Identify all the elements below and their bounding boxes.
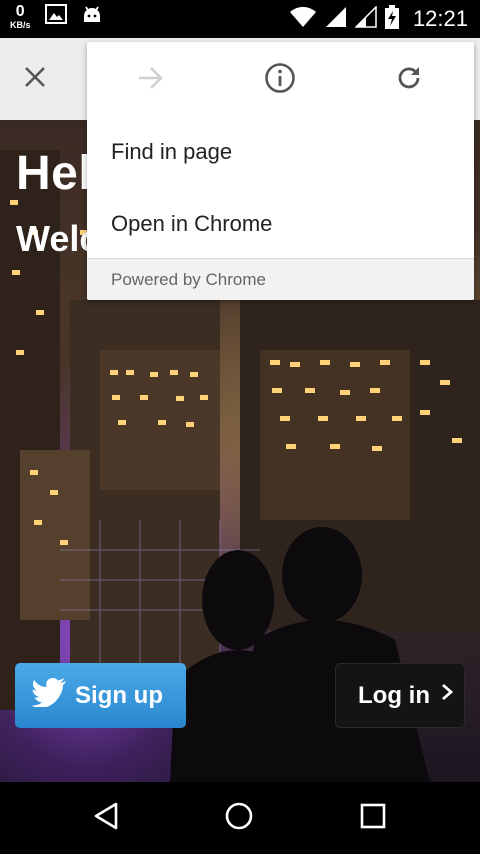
- network-speed-value: 0: [15, 3, 25, 20]
- recents-icon: [360, 803, 386, 834]
- network-speed-unit: KB/s: [10, 20, 31, 30]
- forward-button[interactable]: [133, 62, 169, 98]
- menu-item-label: Find in page: [111, 139, 233, 164]
- wifi-icon: [289, 6, 317, 33]
- android-icon: [81, 4, 103, 31]
- login-label: Log in: [358, 681, 430, 709]
- menu-item-open-in-chrome[interactable]: Open in Chrome: [87, 188, 474, 260]
- page-title: Hel: [16, 147, 93, 200]
- signup-button[interactable]: Sign up: [15, 663, 186, 728]
- back-button[interactable]: [88, 800, 124, 836]
- powered-by-footer: Powered by Chrome: [87, 258, 474, 300]
- menu-item-find-in-page[interactable]: Find in page: [87, 116, 474, 188]
- battery-charging-icon: [384, 4, 399, 34]
- close-tab-button[interactable]: [14, 58, 56, 100]
- overflow-menu: Find in page Open in Chrome Powered by C…: [87, 42, 474, 300]
- info-icon: [264, 62, 296, 99]
- chevron-right-icon: [440, 681, 454, 710]
- signup-label: Sign up: [75, 681, 163, 709]
- login-button[interactable]: Log in: [335, 663, 465, 728]
- forward-arrow-icon: [137, 66, 165, 95]
- close-icon: [24, 66, 46, 93]
- navigation-bar: [0, 782, 480, 854]
- signal-icon: [325, 6, 347, 33]
- image-icon: [44, 4, 67, 29]
- refresh-button[interactable]: [391, 62, 427, 98]
- refresh-icon: [395, 64, 423, 97]
- home-icon: [224, 801, 254, 836]
- recents-button[interactable]: [355, 800, 391, 836]
- menu-item-label: Open in Chrome: [111, 211, 273, 236]
- powered-by-label: Powered by Chrome: [111, 269, 266, 289]
- back-icon: [92, 801, 120, 836]
- clock: 12:21: [412, 6, 468, 31]
- twitter-bird-icon: [31, 677, 67, 714]
- home-button[interactable]: [221, 800, 257, 836]
- network-speed: 0 KB/s: [10, 4, 31, 30]
- page-info-button[interactable]: [262, 62, 298, 98]
- menu-icon-row: [87, 42, 474, 116]
- signal-icon-secondary: [354, 4, 377, 33]
- status-bar: 0 KB/s 12:21: [0, 0, 480, 38]
